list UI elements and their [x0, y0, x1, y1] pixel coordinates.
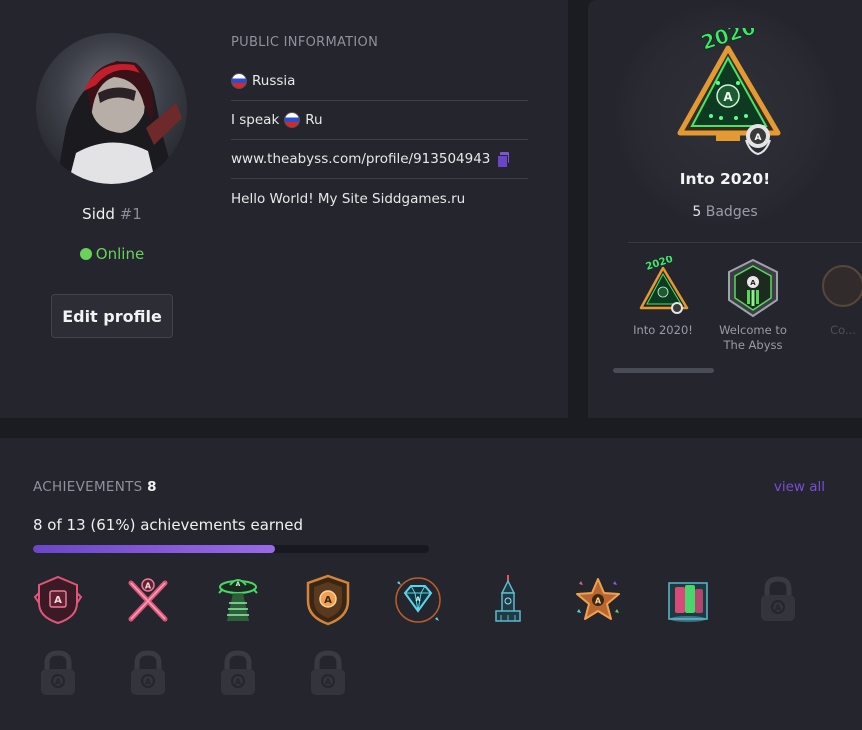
- svg-text:A: A: [755, 133, 762, 143]
- badges-panel: A 2020 A Into 2020! 5 Badges 2020 Into 2…: [588, 0, 862, 418]
- badge-thumb-label: Welcome to The Abyss: [719, 323, 787, 352]
- achievement-shield-emblem[interactable]: A: [33, 573, 83, 627]
- badge-thumb-label: Into 2020!: [633, 323, 693, 337]
- lock-icon: A: [761, 576, 795, 621]
- svg-text:A: A: [416, 596, 421, 603]
- lock-icon: A: [41, 650, 75, 695]
- christmas-tree-badge-icon: 2020: [639, 256, 689, 314]
- achievements-earned-text: 8 of 13 (61%) achievements earned: [33, 516, 304, 534]
- ufo-beam-icon: A: [218, 579, 258, 621]
- crossed-swords-icon: A: [128, 578, 168, 622]
- badge-thumb-partial[interactable]: Co...: [798, 256, 862, 338]
- lock-icon: A: [221, 650, 255, 695]
- achievements-title: ACHIEVEMENTS 8: [33, 479, 157, 495]
- profile-url-row: www.theabyss.com/profile/913504943: [231, 140, 528, 179]
- lock-icon: A: [311, 650, 345, 695]
- featured-badge-title: Into 2020!: [679, 170, 771, 188]
- bio-text: Hello World! My Site Siddgames.ru: [231, 190, 466, 207]
- cards-icon: [668, 582, 708, 622]
- badge-count-number: 5: [692, 204, 702, 220]
- achievement-ufo-beam[interactable]: A: [213, 573, 263, 627]
- language-text: Ru: [305, 112, 323, 128]
- svg-text:A: A: [750, 279, 756, 287]
- public-info-list: Russia I speak Ru www.theabyss.com/profi…: [231, 62, 528, 218]
- badge-thumb-label: Co...: [830, 323, 856, 337]
- avatar-image: [56, 61, 182, 184]
- svg-text:2020: 2020: [645, 256, 675, 273]
- svg-text:A: A: [145, 678, 152, 687]
- achievement-locked[interactable]: A: [33, 647, 83, 701]
- view-all-link[interactable]: view all: [774, 479, 825, 495]
- svg-text:A: A: [145, 582, 152, 591]
- country-row: Russia: [231, 62, 528, 101]
- shield-green-badge-icon: A: [728, 258, 778, 318]
- achievements-progress-fill: [33, 545, 275, 553]
- avatar[interactable]: [36, 33, 187, 184]
- achievements-title-text: ACHIEVEMENTS: [33, 479, 143, 495]
- badge-count-label: Badges: [705, 204, 758, 220]
- svg-text:A: A: [235, 678, 242, 687]
- svg-text:A: A: [595, 597, 602, 606]
- badge-thumb-welcome[interactable]: A Welcome to The Abyss: [708, 256, 798, 353]
- achievement-cards[interactable]: [663, 573, 713, 627]
- svg-text:A: A: [324, 595, 332, 606]
- russia-flag-icon: [284, 112, 301, 128]
- shield-emblem-icon: A: [33, 575, 83, 625]
- online-dot-icon: [79, 248, 92, 260]
- lock-icon: A: [131, 650, 165, 695]
- copy-icon[interactable]: [497, 152, 510, 168]
- achievements-progress-bar: [33, 545, 429, 553]
- bio-row: Hello World! My Site Siddgames.ru: [231, 179, 528, 218]
- profile-panel: Sidd #1 Online Edit profile PUBLIC INFOR…: [0, 0, 568, 418]
- username-name: Sidd: [82, 205, 115, 223]
- username: Sidd #1: [0, 205, 224, 223]
- bronze-shield-icon: A: [306, 574, 350, 626]
- achievement-locked[interactable]: A: [303, 647, 353, 701]
- achievement-locked[interactable]: A: [123, 647, 173, 701]
- achievement-bronze-shield[interactable]: A: [303, 573, 353, 627]
- svg-text:A: A: [54, 595, 62, 606]
- profile-url[interactable]: www.theabyss.com/profile/913504943: [231, 151, 490, 167]
- svg-text:A: A: [325, 678, 332, 687]
- svg-text:A: A: [236, 581, 241, 588]
- featured-badge-icon[interactable]: A 2020 A: [666, 28, 791, 163]
- svg-text:A: A: [723, 90, 733, 104]
- achievements-count: 8: [147, 479, 157, 495]
- diamond-icon: A: [395, 577, 441, 623]
- language-row: I speak Ru: [231, 101, 528, 140]
- tower-icon: [495, 575, 521, 622]
- achievement-locked[interactable]: A: [753, 573, 803, 627]
- partial-badge-icon: [822, 265, 862, 307]
- achievement-crossed-swords[interactable]: A: [123, 573, 173, 627]
- online-status-text: Online: [95, 245, 145, 263]
- svg-text:A: A: [775, 604, 782, 613]
- badge-thumb-into-2020[interactable]: 2020 Into 2020!: [618, 256, 708, 338]
- achievement-locked[interactable]: A: [213, 647, 263, 701]
- public-info-title: PUBLIC INFORMATION: [231, 35, 379, 50]
- achievement-diamond[interactable]: A: [393, 573, 443, 627]
- divider: [628, 242, 862, 243]
- badges-scrollbar[interactable]: [613, 368, 714, 373]
- badge-count: 5 Badges: [588, 204, 862, 220]
- edit-profile-button[interactable]: Edit profile: [51, 294, 173, 338]
- online-status: Online: [0, 245, 224, 263]
- star-icon: A: [576, 578, 620, 620]
- language-prefix: I speak: [231, 112, 280, 128]
- achievement-star[interactable]: A: [573, 573, 623, 627]
- achievement-tower[interactable]: [483, 573, 533, 627]
- russia-flag-icon: [231, 73, 247, 89]
- username-rank: #1: [119, 205, 142, 223]
- country-text: Russia: [252, 73, 296, 89]
- svg-text:A: A: [55, 678, 62, 687]
